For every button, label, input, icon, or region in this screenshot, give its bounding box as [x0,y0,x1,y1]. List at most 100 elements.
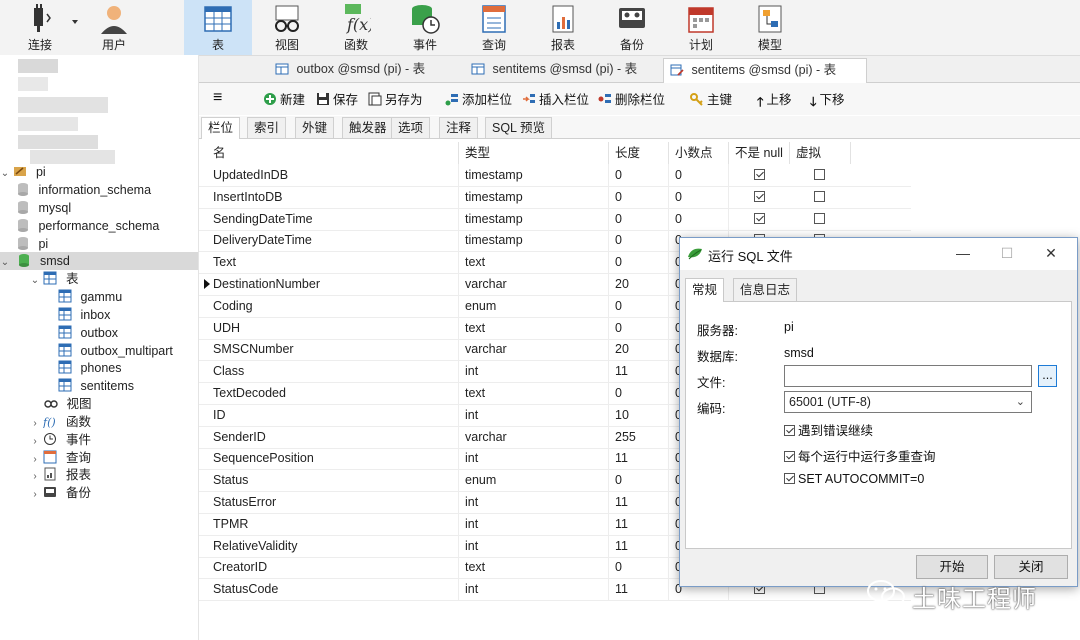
tab-general[interactable]: 常规 [685,278,725,302]
ribbon-table-button[interactable]: 表 [184,0,252,55]
tree-views-folder[interactable]: 视图 [44,395,92,413]
cell-name[interactable]: DestinationNumber [207,273,459,295]
column-header-type[interactable]: 类型 [459,142,609,164]
cell-name[interactable]: Text [207,251,459,274]
tab-options[interactable]: 选项 [391,117,431,138]
ribbon-view-button[interactable]: 视图 [253,0,321,55]
cell-type[interactable]: enum [459,469,609,492]
save-button[interactable]: 保存 [316,91,358,109]
tab-outbox[interactable]: outbox @smsd (pi) - 表 [269,58,465,81]
tree-tables-folder[interactable]: ⌄ 表 [30,270,78,288]
tree-backups-folder[interactable]: › 备份 [30,484,91,502]
cell-name[interactable]: StatusCode [207,578,459,601]
column-header-virtual[interactable]: 虚拟 [790,142,851,164]
tab-sql-preview[interactable]: SQL 预览 [485,117,553,138]
virtual-checkbox[interactable] [814,212,825,224]
ribbon-backup-button[interactable]: 备份 [598,0,666,55]
cell-name[interactable]: TPMR [207,512,459,535]
cell-name[interactable]: Coding [207,294,459,317]
cell-type[interactable]: text [459,382,609,404]
tree-table-phones[interactable]: phones [58,359,122,377]
ribbon-report-button[interactable]: 报表 [529,0,597,55]
cell-length[interactable]: 0 [609,251,669,274]
start-button[interactable]: 开始 [916,555,988,579]
cell-name[interactable]: Class [207,360,459,383]
cell-length[interactable]: 0 [609,294,669,317]
cell-length[interactable]: 11 [609,447,669,470]
dialog-titlebar[interactable]: 运行 SQL 文件 — ☐ ✕ [680,238,1077,270]
cell-type[interactable]: int [459,360,609,383]
tree-db-smsd[interactable]: ⌄ smsd [0,252,198,270]
cell-type[interactable]: timestamp [459,207,609,230]
close-button[interactable]: 关闭 [994,555,1068,579]
cell-name[interactable]: DeliveryDateTime [207,229,459,252]
cell-length[interactable]: 255 [609,425,669,448]
table-row[interactable]: SendingDateTime timestamp 0 0 [199,207,911,231]
cell-type[interactable]: int [459,512,609,535]
delete-field-button[interactable]: 删除栏位 [598,91,665,109]
column-header-length[interactable]: 长度 [609,142,669,164]
tree-db-performance-schema[interactable]: performance_schema [16,217,159,235]
cell-name[interactable]: InsertIntoDB [207,185,459,208]
tree-connection-pi[interactable]: ⌄ pi [0,163,198,181]
expand-arrow-icon[interactable]: ⌄ [30,272,40,290]
connect-dropdown-icon[interactable] [72,20,78,24]
cell-type[interactable]: text [459,251,609,274]
cell-type[interactable]: enum [459,294,609,317]
tree-table-gammu[interactable]: gammu [58,288,122,306]
minimize-icon[interactable]: — [953,244,973,262]
tree-db-information-schema[interactable]: information_schema [16,181,151,199]
tab-indexes[interactable]: 索引 [247,117,287,138]
expand-arrow-icon[interactable]: ⌄ [0,254,10,272]
cell-name[interactable]: ID [207,403,459,426]
file-path-input[interactable] [784,365,1032,387]
cell-name[interactable]: UpdatedInDB [207,164,459,186]
cell-name[interactable]: RelativeValidity [207,534,459,557]
browse-file-button[interactable]: ... [1038,365,1057,387]
move-down-button[interactable]: 🡓 下移 [810,91,845,109]
insert-field-button[interactable]: 插入栏位 [522,91,589,109]
cell-name[interactable]: SenderID [207,425,459,448]
tree-table-outbox[interactable]: outbox [58,324,118,342]
cell-length[interactable]: 0 [609,556,669,579]
tab-fields[interactable]: 栏位 [201,117,241,139]
tree-reports-folder[interactable]: › 报表 [30,466,91,484]
cell-length[interactable]: 20 [609,338,669,361]
tab-foreign-keys[interactable]: 外键 [295,117,335,138]
tree-db-mysql[interactable]: mysql [16,199,71,217]
menu-button[interactable]: ≡ [213,89,222,107]
cell-name[interactable]: StatusError [207,491,459,513]
not-null-checkbox[interactable] [754,190,765,202]
move-up-button[interactable]: 🡑 上移 [757,91,792,109]
option-continue-on-error[interactable]: 遇到错误继续 [784,420,873,439]
table-row[interactable]: UpdatedInDB timestamp 0 0 [199,164,911,187]
cell-length[interactable]: 10 [609,403,669,426]
column-header-name[interactable]: 名 [207,142,459,164]
checkbox-autocommit[interactable] [784,473,795,484]
cell-name[interactable]: SMSCNumber [207,338,459,361]
ribbon-user-button[interactable]: 用户 [80,0,148,55]
not-null-checkbox[interactable] [754,169,765,180]
cell-type[interactable]: int [459,403,609,426]
tab-sentitems-design[interactable]: sentitems @smsd (pi) - 表 [663,58,867,83]
cell-length[interactable]: 20 [609,273,669,295]
expand-arrow-icon[interactable]: ⌄ [0,165,10,183]
expand-arrow-icon[interactable]: › [30,486,40,504]
cell-length[interactable]: 11 [609,534,669,557]
table-row[interactable]: InsertIntoDB timestamp 0 0 [199,185,911,209]
checkbox-continue-on-error[interactable] [784,425,795,436]
cell-type[interactable]: int [459,534,609,557]
maximize-icon[interactable]: ☐ [997,244,1017,262]
cell-name[interactable]: CreatorID [207,556,459,579]
cell-decimals[interactable]: 0 [669,164,729,186]
ribbon-schedule-button[interactable]: 计划 [667,0,735,55]
tree-queries-folder[interactable]: › 查询 [30,449,91,467]
cell-type[interactable]: varchar [459,273,609,295]
column-header-decimals[interactable]: 小数点 [669,142,729,164]
tab-comment[interactable]: 注释 [439,117,479,138]
cell-length[interactable]: 11 [609,360,669,383]
cell-type[interactable]: timestamp [459,185,609,208]
virtual-checkbox[interactable] [814,190,825,202]
cell-type[interactable]: int [459,447,609,470]
cell-name[interactable]: UDH [207,316,459,339]
